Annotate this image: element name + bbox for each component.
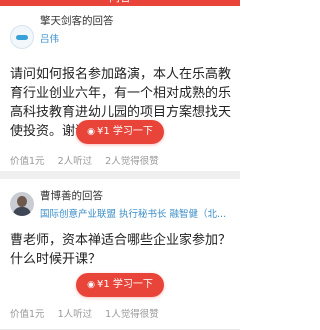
price-stat: 价值1元 bbox=[10, 156, 45, 167]
avatar[interactable] bbox=[10, 192, 34, 216]
answer-stats: 价值1元 1人听过 1人觉得很赞 bbox=[10, 306, 169, 320]
camera-icon: ◉ bbox=[87, 280, 95, 290]
divider bbox=[0, 171, 240, 179]
learn-button-label: ¥1 学习一下 bbox=[96, 279, 153, 290]
answer-card[interactable]: 曹博善的回答 国际创意产业联盟 执行秘书长 融智健（北... 曹老师，资本禅适合… bbox=[0, 179, 240, 330]
answer-card[interactable]: 擎天剑客的回答 吕伟 请问如何报名参加路演，本人在乐高教育行业创业六年，有一个相… bbox=[0, 6, 240, 171]
question-text: 曹老师，资本禅适合哪些企业家参加？什么时候开课？ bbox=[10, 233, 232, 267]
answerer-name[interactable]: 擎天剑客的回答 bbox=[40, 13, 114, 28]
learn-button[interactable]: ◉ ¥1 学习一下 bbox=[76, 273, 164, 297]
like-count: 1人觉得很赞 bbox=[105, 309, 159, 320]
learn-button[interactable]: ◉ ¥1 学习一下 bbox=[76, 120, 164, 144]
listen-count: 1人听过 bbox=[57, 309, 93, 320]
answerer-title: 国际创意产业联盟 执行秘书长 融智健（北... bbox=[40, 209, 227, 220]
camera-icon: ◉ bbox=[87, 127, 95, 137]
answerer-title: 吕伟 bbox=[40, 34, 60, 45]
price-stat: 价值1元 bbox=[10, 309, 45, 320]
avatar[interactable] bbox=[10, 25, 34, 49]
logo-icon bbox=[16, 35, 28, 40]
learn-button-label: ¥1 学习一下 bbox=[96, 126, 153, 137]
answerer-name[interactable]: 曹博善的回答 bbox=[40, 188, 103, 203]
like-count: 2人觉得很赞 bbox=[105, 156, 159, 167]
page-title: 问答 bbox=[0, 0, 240, 4]
answer-stats: 价值1元 2人听过 2人觉得很赞 bbox=[10, 153, 169, 167]
listen-count: 2人听过 bbox=[57, 156, 93, 167]
